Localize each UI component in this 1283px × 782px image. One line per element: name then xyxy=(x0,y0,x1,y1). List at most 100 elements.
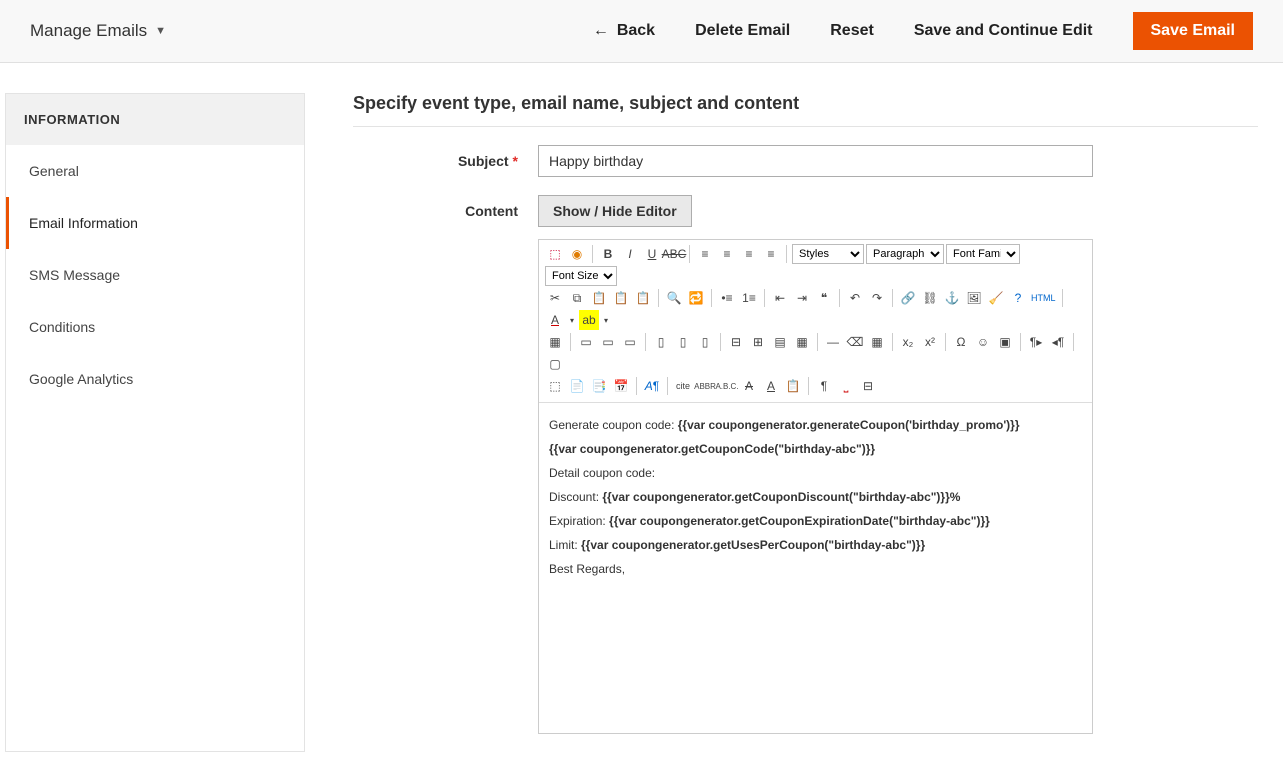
delete-email-button[interactable]: Delete Email xyxy=(695,22,790,40)
dropdown-icon[interactable]: ▾ xyxy=(567,310,577,330)
sidebar-item-label: General xyxy=(29,163,79,179)
delete-row-icon[interactable]: ▭ xyxy=(620,332,640,352)
visual-aid-icon[interactable]: ▦ xyxy=(867,332,887,352)
visualchars-icon[interactable]: ¶ xyxy=(814,376,834,396)
topbar-title: Manage Emails xyxy=(30,21,147,41)
split-cell-icon[interactable]: ⊟ xyxy=(726,332,746,352)
paste-word-icon[interactable]: 📋 xyxy=(633,288,653,308)
cleanup-icon[interactable]: 🧹 xyxy=(986,288,1006,308)
select-all-icon[interactable]: ⬚ xyxy=(545,376,565,396)
cell-props-icon[interactable]: ▦ xyxy=(792,332,812,352)
find-icon[interactable]: 🔍 xyxy=(664,288,684,308)
del-icon[interactable]: A xyxy=(739,376,759,396)
abbr-icon[interactable]: ABBR xyxy=(695,376,715,396)
bullet-list-icon[interactable]: •≡ xyxy=(717,288,737,308)
ltr-icon[interactable]: ¶▸ xyxy=(1026,332,1046,352)
separator-icon xyxy=(817,333,818,351)
unlink-icon[interactable]: ⛓ xyxy=(920,288,940,308)
text-color-icon[interactable]: A xyxy=(545,310,565,330)
back-button[interactable]: ← Back xyxy=(593,22,655,40)
date-icon[interactable]: 📅 xyxy=(611,376,631,396)
template-icon[interactable]: 📑 xyxy=(589,376,609,396)
emotions-icon[interactable]: ☺ xyxy=(973,332,993,352)
separator-icon xyxy=(667,377,668,395)
editor-content[interactable]: Generate coupon code: {{var coupongenera… xyxy=(539,403,1092,733)
image-icon[interactable]: 🖼 xyxy=(964,288,984,308)
delete-col-icon[interactable]: ▯ xyxy=(695,332,715,352)
separator-icon xyxy=(720,333,721,351)
reset-button[interactable]: Reset xyxy=(830,22,874,40)
cut-icon[interactable]: ✂ xyxy=(545,288,565,308)
insert-image-icon[interactable]: ◉ xyxy=(567,244,587,264)
acronym-icon[interactable]: A.B.C. xyxy=(717,376,737,396)
toggle-fullscreen-icon[interactable]: ⬚ xyxy=(545,244,565,264)
separator-icon xyxy=(1062,289,1063,307)
numbered-list-icon[interactable]: 1≡ xyxy=(739,288,759,308)
special-char-icon[interactable]: Ω xyxy=(951,332,971,352)
media-icon[interactable]: ▣ xyxy=(995,332,1015,352)
layer-icon[interactable]: ▢ xyxy=(545,354,565,374)
undo-icon[interactable]: ↶ xyxy=(845,288,865,308)
row-before-icon[interactable]: ▭ xyxy=(576,332,596,352)
col-after-icon[interactable]: ▯ xyxy=(673,332,693,352)
sidebar-item-conditions[interactable]: Conditions xyxy=(6,301,304,353)
redo-icon[interactable]: ↷ xyxy=(867,288,887,308)
nonbreaking-icon[interactable]: ⎵ xyxy=(836,376,856,396)
sidebar: INFORMATION General Email Information SM… xyxy=(5,93,305,752)
sidebar-item-general[interactable]: General xyxy=(6,145,304,197)
align-justify-icon[interactable]: ≡ xyxy=(761,244,781,264)
indent-icon[interactable]: ⇥ xyxy=(792,288,812,308)
anchor-icon[interactable]: ⚓ xyxy=(942,288,962,308)
align-left-icon[interactable]: ≡ xyxy=(695,244,715,264)
merge-cell-icon[interactable]: ⊞ xyxy=(748,332,768,352)
outdent-icon[interactable]: ⇤ xyxy=(770,288,790,308)
row-after-icon[interactable]: ▭ xyxy=(598,332,618,352)
paragraph-select[interactable]: Paragraph xyxy=(866,244,944,264)
row-props-icon[interactable]: ▤ xyxy=(770,332,790,352)
paste-icon[interactable]: 📋 xyxy=(589,288,609,308)
font-size-select[interactable]: Font Size xyxy=(545,266,617,286)
bg-color-icon[interactable]: ab xyxy=(579,310,599,330)
styles-select[interactable]: Styles xyxy=(792,244,864,264)
cite-icon[interactable]: cite xyxy=(673,376,693,396)
hr-icon[interactable]: — xyxy=(823,332,843,352)
subscript-icon[interactable]: x₂ xyxy=(898,332,918,352)
superscript-icon[interactable]: x² xyxy=(920,332,940,352)
save-email-button[interactable]: Save Email xyxy=(1133,12,1254,50)
separator-icon xyxy=(1073,333,1074,351)
attribute-icon[interactable]: A¶ xyxy=(642,376,662,396)
underline-icon[interactable]: U xyxy=(642,244,662,264)
font-family-select[interactable]: Font Family xyxy=(946,244,1020,264)
attribs-icon[interactable]: 📋 xyxy=(783,376,803,396)
separator-icon xyxy=(786,245,787,263)
strikethrough-icon[interactable]: ABC xyxy=(664,244,684,264)
toggle-editor-button[interactable]: Show / Hide Editor xyxy=(538,195,692,227)
bold-icon[interactable]: B xyxy=(598,244,618,264)
blockquote-icon[interactable]: ❝ xyxy=(814,288,834,308)
manage-emails-dropdown[interactable]: Manage Emails ▼ xyxy=(30,21,166,41)
table-icon[interactable]: ▦ xyxy=(545,332,565,352)
separator-icon xyxy=(636,377,637,395)
save-continue-button[interactable]: Save and Continue Edit xyxy=(914,22,1093,40)
sidebar-item-google-analytics[interactable]: Google Analytics xyxy=(6,353,304,405)
italic-icon[interactable]: I xyxy=(620,244,640,264)
ins-icon[interactable]: A xyxy=(761,376,781,396)
dropdown-icon[interactable]: ▾ xyxy=(601,310,611,330)
sidebar-item-email-information[interactable]: Email Information xyxy=(6,197,304,249)
align-right-icon[interactable]: ≡ xyxy=(739,244,759,264)
rtl-icon[interactable]: ◂¶ xyxy=(1048,332,1068,352)
new-document-icon[interactable]: 📄 xyxy=(567,376,587,396)
help-icon[interactable]: ? xyxy=(1008,288,1028,308)
sidebar-header: INFORMATION xyxy=(6,94,304,145)
html-source-icon[interactable]: HTML xyxy=(1030,288,1057,308)
subject-input[interactable] xyxy=(538,145,1093,177)
pagebreak-icon[interactable]: ⊟ xyxy=(858,376,878,396)
link-icon[interactable]: 🔗 xyxy=(898,288,918,308)
remove-format-icon[interactable]: ⌫ xyxy=(845,332,865,352)
col-before-icon[interactable]: ▯ xyxy=(651,332,671,352)
sidebar-item-sms-message[interactable]: SMS Message xyxy=(6,249,304,301)
paste-text-icon[interactable]: 📋 xyxy=(611,288,631,308)
copy-icon[interactable]: ⧉ xyxy=(567,288,587,308)
align-center-icon[interactable]: ≡ xyxy=(717,244,737,264)
replace-icon[interactable]: 🔁 xyxy=(686,288,706,308)
